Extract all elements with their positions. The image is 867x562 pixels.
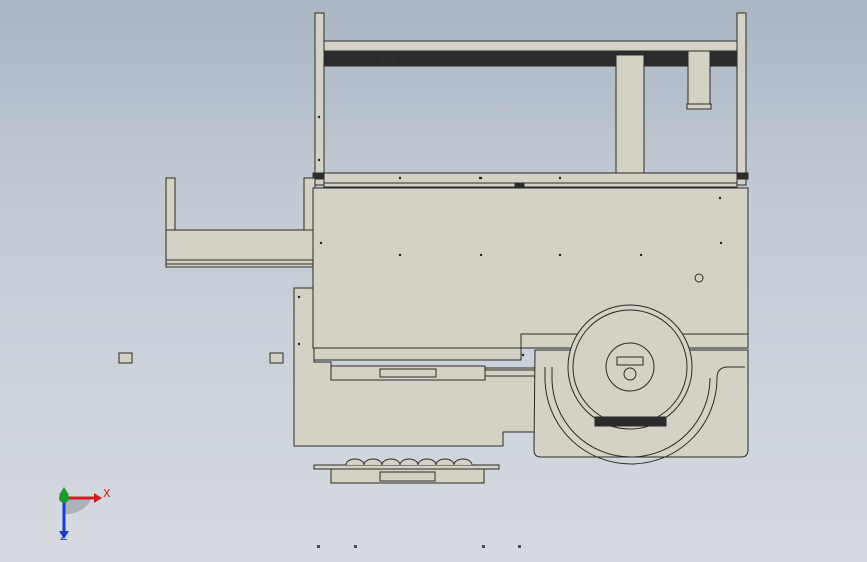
carriage-rail [484, 369, 536, 377]
arm-base-edge [165, 263, 317, 268]
screw [297, 295, 301, 299]
frame-corner-right [737, 172, 749, 180]
screw [398, 253, 402, 257]
carriage-block [379, 368, 437, 378]
frame-center-clip [514, 183, 525, 189]
screw [317, 158, 321, 162]
frame-bottom-rail [323, 172, 738, 184]
z-axis-label: Z [60, 530, 68, 543]
screw [398, 176, 402, 180]
assembly-top-view-drawing[interactable] [0, 0, 867, 562]
platen-hub [605, 342, 655, 392]
gear-teeth [345, 458, 473, 466]
upper-frame[interactable] [312, 12, 749, 189]
screw [319, 241, 323, 245]
screw [639, 253, 643, 257]
frame-bracket-foot [686, 103, 712, 110]
x-axis-label: X [103, 487, 111, 500]
screw [558, 253, 562, 257]
gear-strip-plate [313, 464, 500, 470]
marker [317, 545, 320, 548]
frame-right-post [736, 12, 747, 186]
frame-center-upright [615, 54, 645, 176]
screw [479, 253, 483, 257]
main-plate-step [313, 347, 522, 361]
screw [558, 176, 562, 180]
arm-post [165, 177, 176, 231]
screw [297, 342, 301, 346]
triad-graphic [59, 487, 102, 539]
hub-bolt [623, 367, 637, 381]
frame-top-rail [323, 40, 738, 52]
gear-strip-slider [379, 471, 436, 482]
arm-base [165, 229, 317, 261]
marker [482, 545, 485, 548]
arm-base-lip [165, 259, 317, 265]
screw [521, 353, 525, 357]
x-axis-arrow-icon [94, 493, 102, 503]
hub-cap [616, 356, 644, 366]
screw [478, 176, 482, 180]
frame-dark-rail [323, 50, 738, 67]
screw [719, 241, 723, 245]
bottom-markers [317, 545, 521, 548]
gear-strip[interactable] [313, 458, 500, 484]
orientation-triad[interactable]: X Z [44, 478, 124, 548]
left-side-arm[interactable] [165, 177, 317, 268]
triad-origin-icon [59, 493, 69, 503]
frame-bottom-rail-lip [323, 182, 738, 188]
screw [718, 196, 722, 200]
side-clip-left [118, 352, 133, 364]
platen-clamp [594, 416, 667, 427]
frame-bracket [687, 50, 711, 106]
side-clip-right [269, 352, 284, 364]
cad-graphics-viewport[interactable]: X Z [0, 0, 867, 562]
marker [354, 545, 357, 548]
screw [396, 56, 400, 60]
main-plate [312, 187, 749, 349]
screw [376, 56, 380, 60]
marker [518, 545, 521, 548]
screw [317, 115, 321, 119]
